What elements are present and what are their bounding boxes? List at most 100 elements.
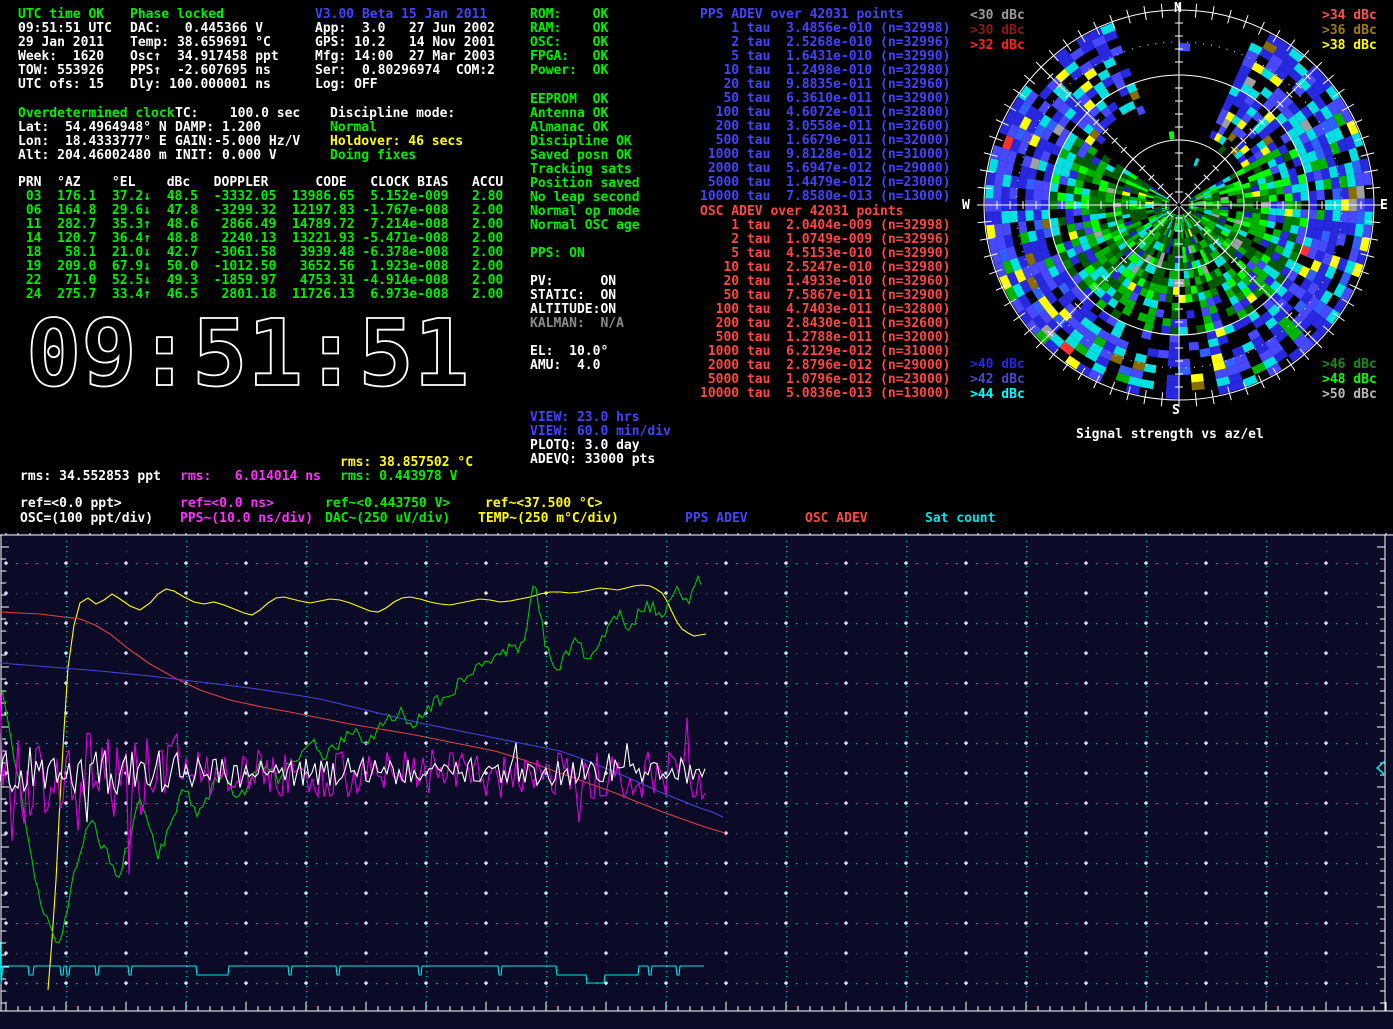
- text-line: 200 tau 2.8430e-011 (n=32600): [700, 317, 950, 331]
- text-line: 20 tau 9.8835e-011 (n=32960): [700, 78, 950, 92]
- text-line: PRN °AZ °EL dBc DOPPLER CODE CLOCK BIAS …: [18, 176, 503, 190]
- text-line: Discipline OK: [530, 135, 640, 149]
- text-line: PPS: ON: [530, 247, 585, 261]
- text-line: ALTITUDE:ON: [530, 303, 624, 317]
- text-line: 1 tau 2.0404e-009 (n=32998): [700, 219, 950, 233]
- version-block: V3.00 Beta 15 Jan 2011App: 3.0 27 Jun 20…: [315, 8, 495, 92]
- compass-north: N: [1174, 1, 1182, 16]
- text-line: EL: 10.0°: [530, 345, 608, 359]
- text-line: 5 tau 1.6431e-010 (n=32990): [700, 50, 950, 64]
- text-line: 03 176.1 37.2↓ 48.5 -3332.05 13986.65 5.…: [18, 190, 503, 204]
- text-line: 5 tau 4.5153e-010 (n=32990): [700, 247, 950, 261]
- text-line: 1 tau 3.4856e-010 (n=32998): [700, 22, 950, 36]
- text-line: 5000 tau 1.4479e-012 (n=23000): [700, 176, 950, 190]
- text-line: >34 dBc: [1322, 8, 1377, 23]
- text-line: Lat: 54.4964948° N: [18, 121, 175, 135]
- text-line: 10000 tau 7.8580e-013 (n=13000): [700, 190, 950, 204]
- plot-legend-pps-adev: PPS ADEV: [685, 512, 748, 526]
- text-line: 10 tau 1.2498e-010 (n=32980): [700, 64, 950, 78]
- text-line: 100 tau 4.6072e-011 (n=32800): [700, 106, 950, 120]
- text-line: ADEVQ: 33000 pts: [530, 453, 671, 467]
- text-line: Temp: 38.659691 °C: [130, 36, 279, 50]
- text-line: Tracking sats: [530, 163, 640, 177]
- scale-osc: OSC=(100 ppt/div): [20, 512, 153, 526]
- rms-dac: rms: 0.443978 V: [340, 470, 457, 484]
- hardware-status-block: ROM: OKRAM: OKOSC: OKFPGA: OKPower: OK: [530, 8, 608, 78]
- text-line: PLOTQ: 3.0 day: [530, 439, 671, 453]
- text-line: Power: OK: [530, 64, 608, 78]
- text-line: UTC time OK: [18, 8, 112, 22]
- text-line: 500 tau 1.2788e-011 (n=32000): [700, 331, 950, 345]
- text-line: 500 tau 1.6679e-011 (n=32000): [700, 134, 950, 148]
- scale-temp: TEMP~(250 m°C/div): [478, 512, 619, 526]
- text-line: GAIN:-5.000 Hz/V: [175, 135, 300, 149]
- text-line: 06 164.8 29.6↓ 47.8 -3299.32 12197.83 -1…: [18, 204, 503, 218]
- rms-temp: rms: 38.857502 °C: [340, 456, 473, 470]
- text-line: Discipline mode:: [330, 107, 463, 121]
- loop-params-block: TC: 100.0 secDAMP: 1.200GAIN:-5.000 Hz/V…: [175, 107, 300, 163]
- text-line: 200 tau 3.0558e-011 (n=32600): [700, 120, 950, 134]
- utc-time-block: UTC time OK09:51:51 UTC29 Jan 2011Week: …: [18, 8, 112, 92]
- text-line: 2000 tau 5.6947e-012 (n=29000): [700, 162, 950, 176]
- text-line: >36 dBc: [1322, 23, 1377, 38]
- pps-adev-table: PPS ADEV over 42031 points 1 tau 3.4856e…: [700, 8, 950, 204]
- text-line: >38 dBc: [1322, 38, 1377, 53]
- text-line: EEPROM OK: [530, 93, 640, 107]
- text-line: >44 dBc: [970, 387, 1025, 402]
- rms-pps: rms: 6.014014 ns: [180, 470, 321, 484]
- text-line: Saved posn OK: [530, 149, 640, 163]
- dbc-legend-top-left: <30 dBc>30 dBc>32 dBc: [970, 8, 1025, 53]
- text-line: >46 dBc: [1322, 357, 1377, 372]
- text-line: 10 tau 2.5247e-010 (n=32980): [700, 261, 950, 275]
- receiver-status-list: EEPROM OKAntenna OKAlmanac OKDiscipline …: [530, 93, 640, 233]
- dbc-legend-bottom-right: >46 dBc>48 dBc>50 dBc: [1322, 357, 1377, 402]
- text-line: PV: ON: [530, 275, 624, 289]
- text-line: 100 tau 4.7403e-011 (n=32800): [700, 303, 950, 317]
- text-line: Alt: 204.46002480 m: [18, 149, 175, 163]
- text-line: 50 tau 6.3610e-011 (n=32900): [700, 92, 950, 106]
- ref-osc: ref=<0.0 ppt>: [20, 497, 122, 511]
- satellite-table: PRN °AZ °EL dBc DOPPLER CODE CLOCK BIAS …: [18, 176, 503, 302]
- fix-mode-list: PV: ONSTATIC: ONALTITUDE:ONKALMAN: N/A: [530, 275, 624, 331]
- phase-lock-block: Phase lockedDAC: 0.445366 VTemp: 38.6596…: [130, 8, 279, 92]
- text-line: Osc↑ 34.917458 ppt: [130, 50, 279, 64]
- text-line: Normal OSC age: [530, 219, 640, 233]
- text-line: Log: OFF: [315, 78, 495, 92]
- mask-settings: EL: 10.0°AMU: 4.0: [530, 345, 608, 373]
- text-line: PPS ADEV over 42031 points: [700, 8, 950, 22]
- pps-state: PPS: ON: [530, 247, 585, 261]
- ref-temp: ref~<37.500 °C>: [485, 497, 602, 511]
- compass-west: W: [962, 198, 970, 213]
- text-line: >42 dBc: [970, 372, 1025, 387]
- ref-pps: ref=<0.0 ns>: [180, 497, 274, 511]
- text-line: >40 dBc: [970, 357, 1025, 372]
- text-line: >48 dBc: [1322, 372, 1377, 387]
- ref-dac: ref~<0.443750 V>: [325, 497, 450, 511]
- text-line: Ser: 0.80296974 COM:2: [315, 64, 495, 78]
- text-line: <30 dBc: [970, 8, 1025, 23]
- text-line: >50 dBc: [1322, 387, 1377, 402]
- rms-osc: rms: 34.552853 ppt: [20, 470, 161, 484]
- text-line: V3.00 Beta 15 Jan 2011: [315, 8, 495, 22]
- text-line: Phase locked: [130, 8, 279, 22]
- text-line: DAC: 0.445366 V: [130, 22, 279, 36]
- text-line: RAM: OK: [530, 22, 608, 36]
- text-line: 14 120.7 36.4↑ 48.8 2240.13 13221.93 -5.…: [18, 232, 503, 246]
- scale-dac: DAC~(250 uV/div): [325, 512, 450, 526]
- history-plot[interactable]: [0, 533, 1393, 1029]
- text-line: 20 tau 1.4933e-010 (n=32960): [700, 275, 950, 289]
- text-line: >30 dBc: [970, 23, 1025, 38]
- text-line: Normal op mode: [530, 205, 640, 219]
- text-line: Week: 1620: [18, 50, 112, 64]
- text-line: 1000 tau 6.2129e-012 (n=31000): [700, 345, 950, 359]
- digital-clock: 09:51:51: [26, 302, 496, 412]
- text-line: PPS↑ -2.607695 ns: [130, 64, 279, 78]
- scale-pps: PPS~(10.0 ns/div): [180, 512, 313, 526]
- compass-south: S: [1172, 403, 1180, 418]
- text-line: Mfg: 14:00 27 Mar 2003: [315, 50, 495, 64]
- text-line: Dly: 100.000001 ns: [130, 78, 279, 92]
- text-line: >32 dBc: [970, 38, 1025, 53]
- text-line: VIEW: 23.0 hrs: [530, 411, 671, 425]
- text-line: 1000 tau 9.8128e-012 (n=31000): [700, 148, 950, 162]
- plot-legend-sat-count: Sat count: [925, 512, 995, 526]
